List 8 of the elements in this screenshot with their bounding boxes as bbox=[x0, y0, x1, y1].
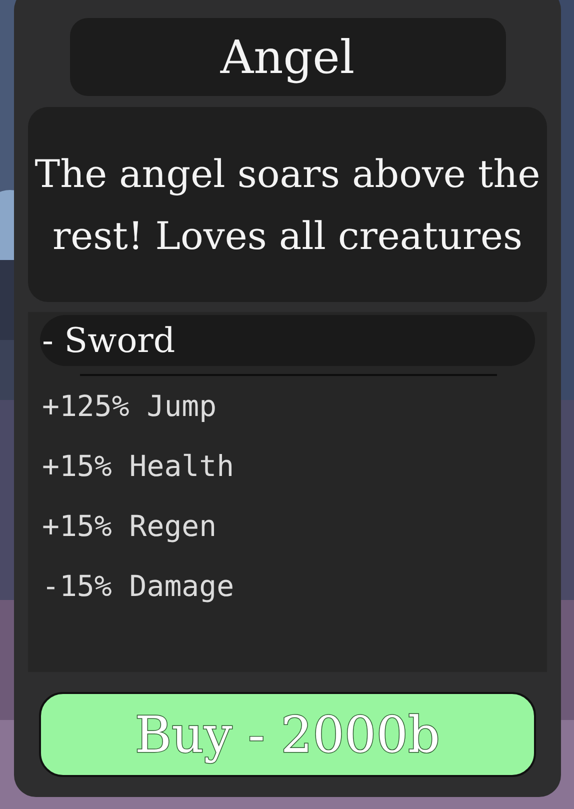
buy-button[interactable]: Buy - 2000b bbox=[39, 692, 536, 777]
stat-line: +15% Health bbox=[41, 448, 236, 485]
stat-line: +15% Regen bbox=[41, 508, 218, 545]
description: The angel soars above the rest! Loves all creatures bbox=[28, 107, 547, 302]
weapon-label: - Sword bbox=[40, 315, 535, 366]
stat-line: +125% Jump bbox=[41, 388, 218, 425]
title: Angel bbox=[70, 18, 506, 96]
stat-line: -15% Damage bbox=[41, 568, 236, 605]
